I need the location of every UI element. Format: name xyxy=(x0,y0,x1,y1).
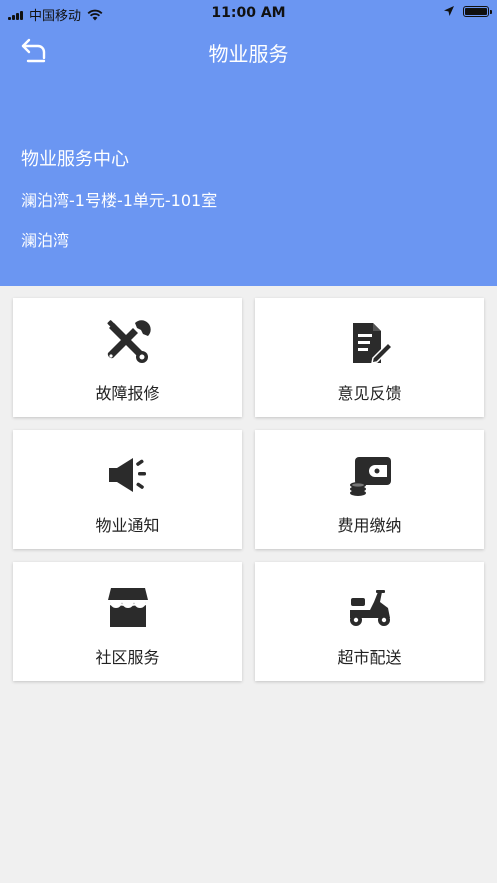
status-bar: 中国移动 11:00 AM xyxy=(0,0,497,26)
address-text: 澜泊湾-1号楼-1单元-101室 xyxy=(21,191,218,210)
service-card-feedback[interactable]: 意见反馈 xyxy=(255,298,484,417)
status-time: 11:00 AM xyxy=(211,5,286,21)
service-card-community[interactable]: 社区服务 xyxy=(13,562,242,681)
speaker-announcement-icon xyxy=(108,458,146,492)
service-label: 故障报修 xyxy=(95,384,160,403)
service-card-payment[interactable]: 费用缴纳 xyxy=(255,430,484,549)
header-banner: 中国移动 11:00 AM 物业服务 物业服务中心 澜泊湾-1号楼-1单元-10… xyxy=(0,0,497,286)
service-label: 费用缴纳 xyxy=(337,516,402,535)
storefront-icon xyxy=(106,588,149,627)
service-label: 物业通知 xyxy=(95,516,160,535)
service-card-delivery[interactable]: 超市配送 xyxy=(255,562,484,681)
service-card-notice[interactable]: 物业通知 xyxy=(13,430,242,549)
page-title: 物业服务 xyxy=(208,42,289,66)
service-label: 意见反馈 xyxy=(337,384,402,403)
community-name: 澜泊湾 xyxy=(21,231,70,250)
service-center-name: 物业服务中心 xyxy=(21,149,129,170)
feedback-document-icon xyxy=(352,323,393,364)
repair-tools-icon xyxy=(106,320,151,363)
service-card-repair[interactable]: 故障报修 xyxy=(13,298,242,417)
scooter-delivery-icon xyxy=(349,590,390,626)
service-label: 社区服务 xyxy=(95,648,160,667)
battery-icon xyxy=(463,5,492,17)
wallet-payment-icon xyxy=(349,457,391,496)
status-right xyxy=(443,5,492,17)
service-label: 超市配送 xyxy=(337,648,402,667)
location-arrow-icon xyxy=(444,6,454,16)
